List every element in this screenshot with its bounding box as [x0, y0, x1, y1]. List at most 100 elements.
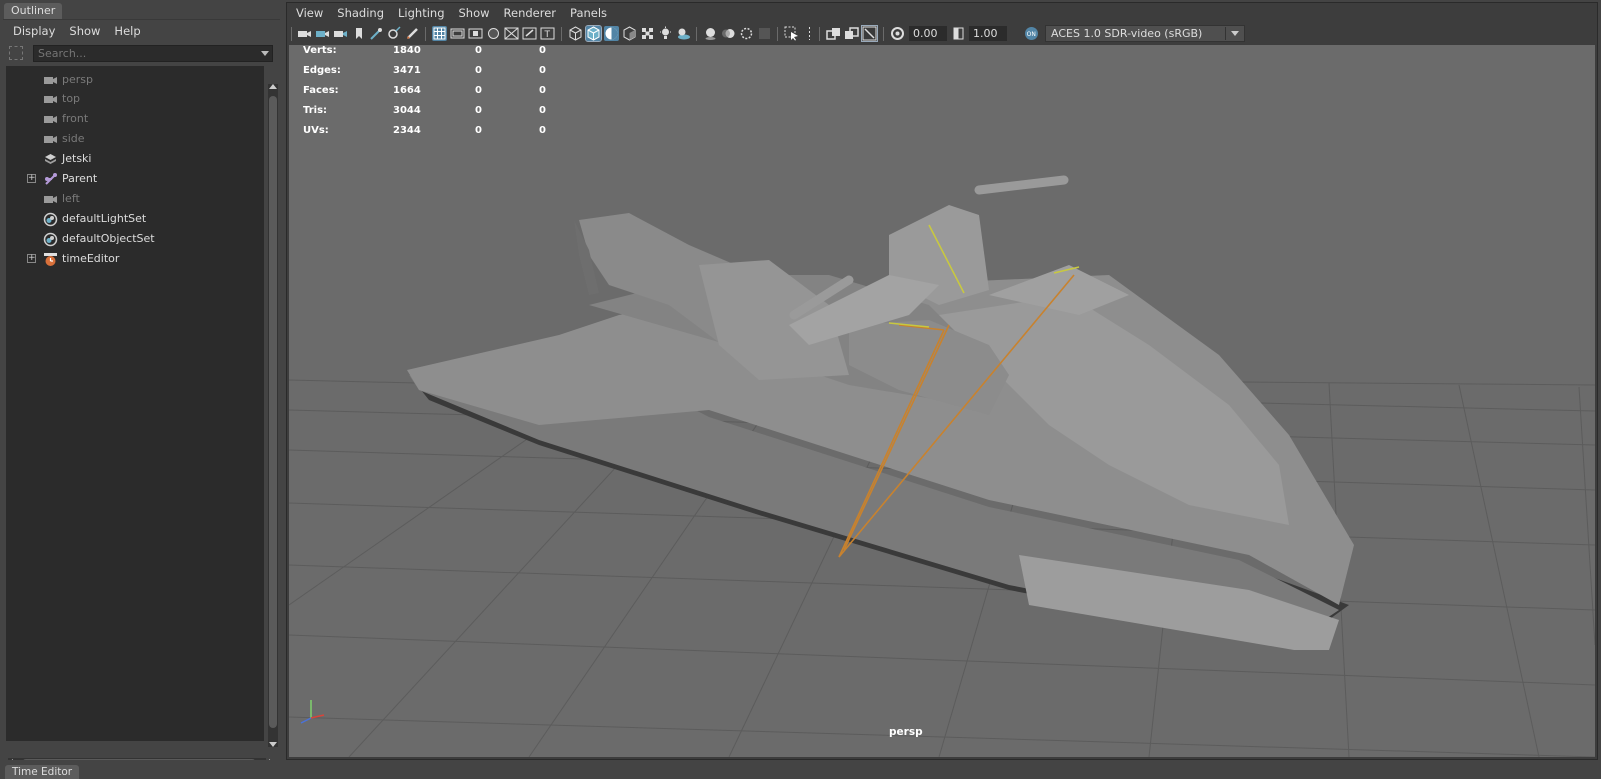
menu-view[interactable]: View: [289, 3, 330, 23]
set-icon: [43, 232, 58, 247]
tree-node-label: front: [62, 112, 89, 125]
tree-node-label: Jetski: [62, 152, 92, 165]
gate-mask-icon[interactable]: [486, 26, 501, 41]
tree-node-persp[interactable]: persp: [6, 71, 264, 90]
depth-of-field-icon[interactable]: [757, 26, 772, 41]
toolbar-separator: [425, 27, 426, 41]
hud-value: 3044: [393, 105, 421, 116]
hud-value: 0: [539, 105, 546, 116]
3d-viewport[interactable]: Verts: 1840 0 0 Edges: 3471 0 0 Faces: 1…: [289, 45, 1595, 757]
gamma-icon[interactable]: [951, 26, 966, 41]
hud-value: 0: [539, 65, 546, 76]
svg-text:ON: ON: [1027, 31, 1036, 38]
gamma-field[interactable]: 1.00: [969, 26, 1007, 41]
tree-node-top[interactable]: top: [6, 90, 264, 109]
film-gate-icon[interactable]: [450, 26, 465, 41]
tree-node-parent[interactable]: + Parent: [6, 170, 264, 189]
shadows-icon[interactable]: [676, 26, 691, 41]
select-camera-icon[interactable]: [297, 26, 312, 41]
exposure-field[interactable]: 0.00: [909, 26, 947, 41]
camera-icon: [44, 77, 57, 84]
use-all-lights-icon[interactable]: [658, 26, 673, 41]
screen-space-ao-icon[interactable]: [703, 26, 718, 41]
toolbar-separator: [819, 27, 820, 41]
bookmark-icon[interactable]: [351, 26, 366, 41]
menu-panels[interactable]: Panels: [563, 3, 614, 23]
tree-node-label: persp: [62, 73, 93, 86]
menu-show[interactable]: Show: [452, 3, 497, 23]
time-editor-tab[interactable]: Time Editor: [5, 765, 80, 779]
search-input[interactable]: [38, 46, 253, 61]
field-chart-icon[interactable]: [504, 26, 519, 41]
grid-icon[interactable]: [432, 26, 447, 41]
camera-icon: [44, 196, 57, 203]
exposure-icon[interactable]: [890, 26, 905, 41]
grease-pencil-icon[interactable]: [405, 26, 420, 41]
xray-icon[interactable]: [802, 26, 817, 41]
tree-node-side[interactable]: side: [6, 130, 264, 149]
color-management-icon[interactable]: ON: [1024, 26, 1039, 41]
toolbar-separator: [291, 27, 292, 41]
hud-value: 0: [539, 45, 546, 56]
scroll-up-icon[interactable]: [269, 84, 277, 89]
color-space-dropdown[interactable]: ACES 1.0 SDR-video (sRGB): [1045, 25, 1245, 42]
tree-node-defaultlightset[interactable]: defaultLightSet: [6, 210, 264, 229]
menu-display[interactable]: Display: [6, 21, 62, 41]
tree-node-defaultobjectset[interactable]: defaultObjectSet: [6, 230, 264, 249]
chevron-down-icon[interactable]: [1231, 31, 1239, 36]
textured-icon[interactable]: [640, 26, 655, 41]
xray-active-icon[interactable]: [844, 26, 859, 41]
outliner-window: Outliner Display Show Help persp top: [0, 0, 280, 768]
expand-icon[interactable]: +: [27, 174, 36, 183]
hud-value: 0: [539, 85, 546, 96]
2d-pan-zoom-icon[interactable]: [387, 26, 402, 41]
viewport-panel: View Shading Lighting Show Renderer Pane…: [286, 2, 1598, 760]
hud-label: Verts:: [303, 45, 337, 56]
hud-label: Tris:: [303, 105, 328, 116]
safe-action-icon[interactable]: [522, 26, 537, 41]
hud-value: 0: [539, 125, 546, 136]
wireframe-on-shaded-icon[interactable]: [604, 26, 619, 41]
menu-renderer[interactable]: Renderer: [497, 3, 564, 23]
menu-help[interactable]: Help: [107, 21, 147, 41]
image-plane-icon[interactable]: [369, 26, 384, 41]
tree-node-timeeditor[interactable]: + timeEditor: [6, 250, 264, 269]
chevron-down-icon[interactable]: [261, 51, 269, 56]
default-material-icon[interactable]: [622, 26, 637, 41]
jetski-mesh[interactable]: [407, 175, 1354, 650]
hud-value: 0: [475, 85, 482, 96]
camera-icon: [44, 96, 57, 103]
outliner-panel: Display Show Help persp top front: [3, 19, 280, 768]
xray-joints-icon[interactable]: [826, 26, 841, 41]
hud-value: 0: [475, 45, 482, 56]
bottom-tab-bar: Time Editor: [0, 760, 1601, 779]
search-options-icon[interactable]: [9, 46, 23, 60]
motion-blur-icon[interactable]: [721, 26, 736, 41]
camera-attributes-icon[interactable]: [315, 26, 330, 41]
backface-culling-icon[interactable]: [861, 25, 878, 42]
menu-show[interactable]: Show: [62, 21, 107, 41]
smooth-shade-icon[interactable]: [585, 25, 602, 42]
menu-shading[interactable]: Shading: [330, 3, 391, 23]
isolate-select-icon[interactable]: [784, 26, 799, 41]
wireframe-icon[interactable]: [568, 26, 583, 41]
outliner-tab[interactable]: Outliner: [4, 3, 63, 19]
color-space-label: ACES 1.0 SDR-video (sRGB): [1051, 27, 1203, 40]
safe-title-icon[interactable]: T: [540, 26, 555, 41]
hud-value: 0: [475, 105, 482, 116]
svg-text:T: T: [544, 30, 551, 40]
hud-label: Faces:: [303, 85, 339, 96]
hud-label: Edges:: [303, 65, 341, 76]
tree-node-label: timeEditor: [62, 252, 120, 265]
scroll-down-icon[interactable]: [269, 742, 277, 747]
expand-icon[interactable]: +: [27, 254, 36, 263]
scrollbar-thumb[interactable]: [269, 96, 277, 728]
tree-node-jetski[interactable]: Jetski: [6, 150, 264, 169]
menu-lighting[interactable]: Lighting: [391, 3, 451, 23]
vertical-scrollbar[interactable]: [268, 84, 278, 747]
bookmark-camera-icon[interactable]: [333, 26, 348, 41]
tree-node-left[interactable]: left: [6, 190, 264, 209]
resolution-gate-icon[interactable]: [468, 26, 483, 41]
anti-aliasing-icon[interactable]: [739, 26, 754, 41]
tree-node-front[interactable]: front: [6, 110, 264, 129]
